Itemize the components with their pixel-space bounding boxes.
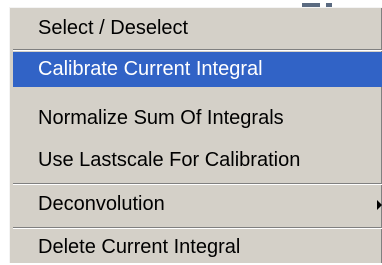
menu-item-normalize-sum-of-integrals[interactable]: Normalize Sum Of Integrals <box>13 101 382 136</box>
menu-item-deconvolution[interactable]: Deconvolution <box>13 187 382 222</box>
menu-item-deconvolution-label: Deconvolution <box>38 193 165 215</box>
menu-item-delete-current-integral[interactable]: Delete Current Integral <box>13 230 382 265</box>
chevron-right-icon <box>377 199 382 210</box>
menu-item-select-deselect[interactable]: Select / Deselect <box>13 11 382 46</box>
context-menu: Select / Deselect Calibrate Current Inte… <box>9 7 382 263</box>
menu-separator <box>13 227 382 229</box>
menu-separator <box>13 49 382 51</box>
menu-item-calibrate-current-integral[interactable]: Calibrate Current Integral <box>13 52 382 87</box>
menu-item-use-lastscale-for-calibration[interactable]: Use Lastscale For Calibration <box>13 143 382 178</box>
menu-separator <box>13 183 382 185</box>
